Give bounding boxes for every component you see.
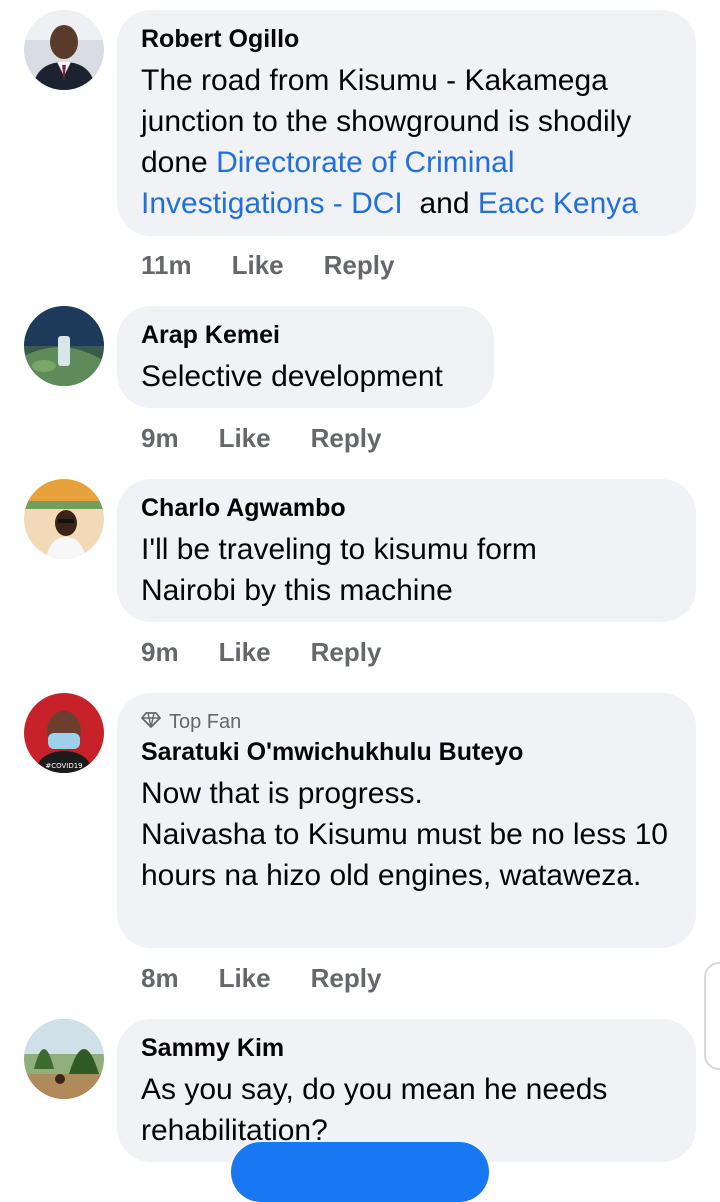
scroll-handle[interactable] [704,962,720,1070]
like-button[interactable]: Like [219,637,271,667]
comment-text: Now that is progress. Naivasha to Kisumu… [141,777,668,892]
comment-text: The road from Kisumu - Kakamega junction… [141,64,638,220]
diamond-icon [141,709,161,735]
comment-bubble: Top Fan Saratuki O'mwichukhulu Buteyo No… [117,693,696,948]
reply-button[interactable]: Reply [311,637,382,667]
comment-actions: 8m Like Reply [141,963,381,993]
comment-time[interactable]: 8m [141,963,179,993]
comment-author[interactable]: Arap Kemei [141,320,470,350]
mention-link[interactable]: Eacc Kenya [478,187,638,220]
avatar[interactable]: #COVID19 [24,693,104,773]
comment-time[interactable]: 9m [141,423,179,453]
comment-bubble: Arap Kemei Selective development [117,306,494,408]
comment-actions: 9m Like Reply [141,637,381,667]
comment-text: As you say, do you mean he needs rehabil… [141,1073,608,1147]
reply-button[interactable]: Reply [324,250,395,280]
avatar[interactable] [24,1019,104,1099]
avatar-label: #COVID19 [45,762,82,770]
comment-author[interactable]: Robert Ogillo [141,24,672,54]
top-fan-badge: Top Fan [141,709,672,735]
comment-time[interactable]: 9m [141,637,179,667]
avatar[interactable] [24,306,104,386]
comment-text: Selective development [141,360,443,393]
comment-author[interactable]: Charlo Agwambo [141,493,672,523]
comment-bubble: Robert Ogillo The road from Kisumu - Kak… [117,10,696,236]
comment-bubble: Sammy Kim As you say, do you mean he nee… [117,1019,696,1162]
comment-time[interactable]: 11m [141,250,192,280]
comment-author[interactable]: Sammy Kim [141,1033,672,1063]
comment-author[interactable]: Saratuki O'mwichukhulu Buteyo [141,737,672,767]
comment-bubble: Charlo Agwambo I'll be traveling to kisu… [117,479,696,622]
comment-actions: 9m Like Reply [141,423,381,453]
like-button[interactable]: Like [219,963,271,993]
comment-actions: 11m Like Reply [141,250,394,280]
like-button[interactable]: Like [232,250,284,280]
avatar[interactable] [24,10,104,90]
new-comments-button[interactable] [231,1142,489,1202]
avatar[interactable] [24,479,104,559]
badge-label: Top Fan [169,711,242,733]
like-button[interactable]: Like [219,423,271,453]
reply-button[interactable]: Reply [311,423,382,453]
reply-button[interactable]: Reply [311,963,382,993]
comment-text: I'll be traveling to kisumu form Nairobi… [141,533,537,607]
